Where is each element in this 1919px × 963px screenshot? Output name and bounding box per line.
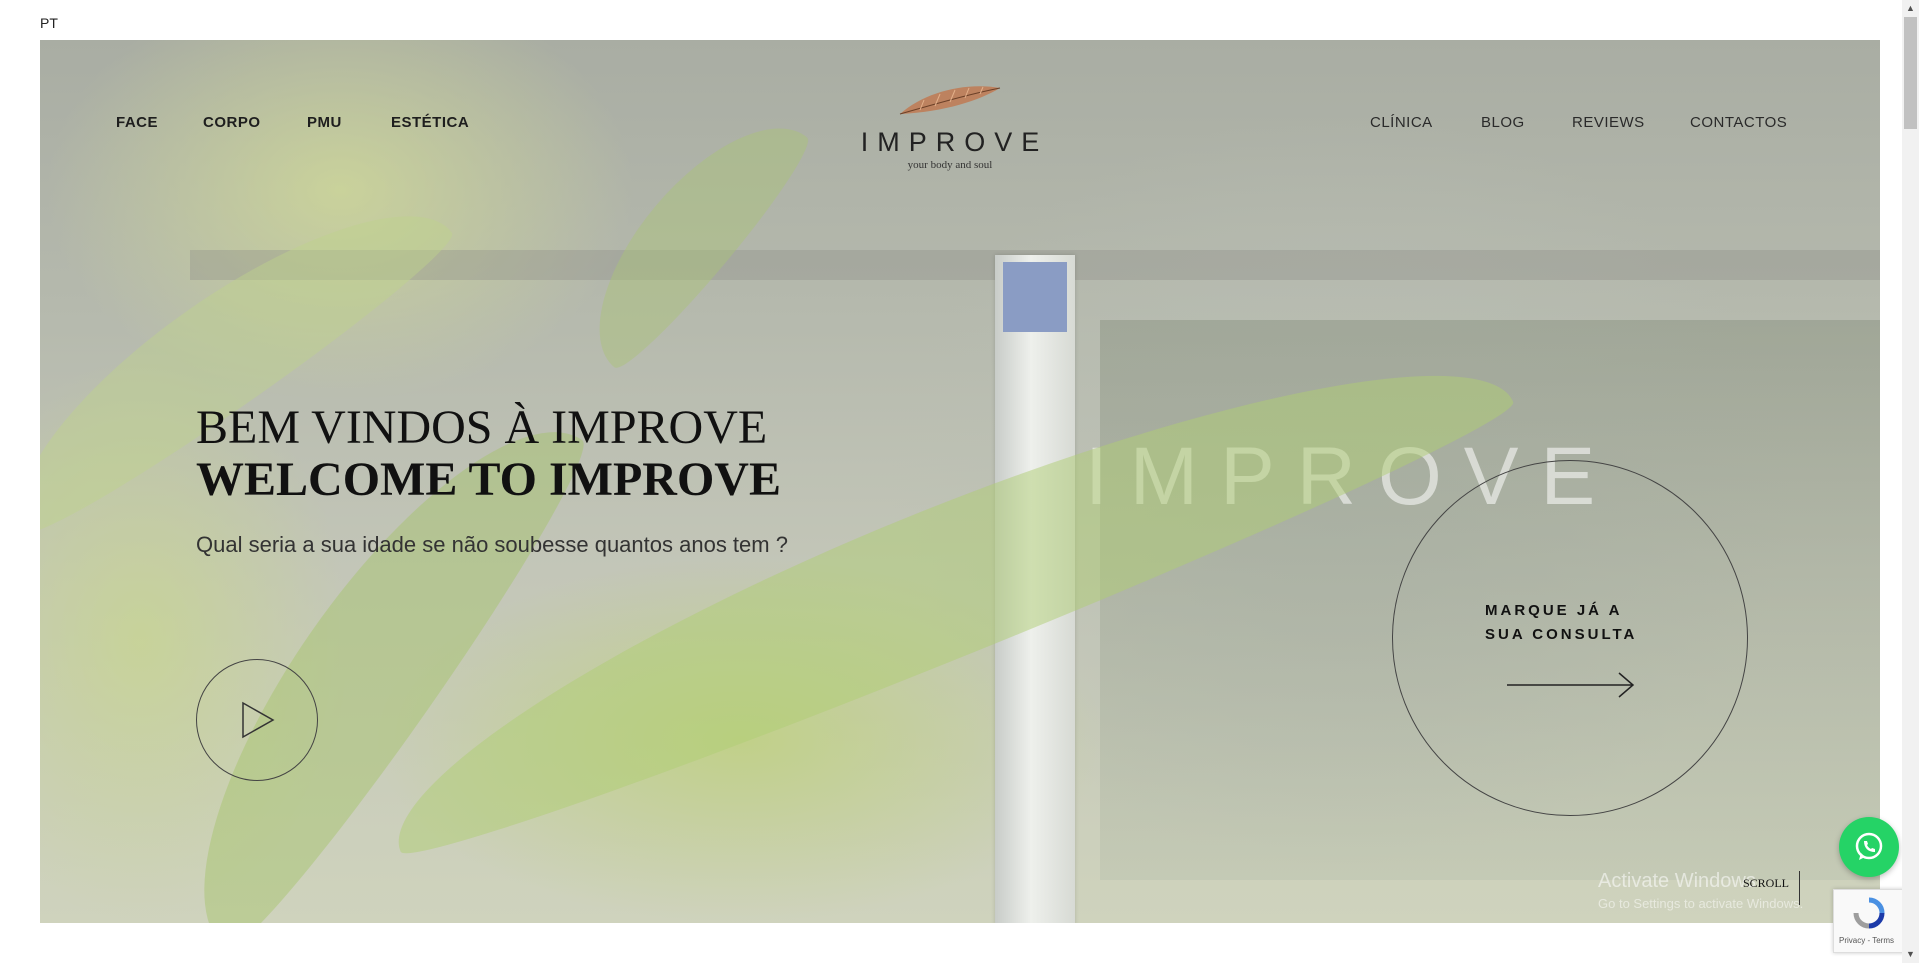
recaptcha-badge[interactable]: Privacy - Terms [1833, 889, 1905, 953]
logo-tagline: your body and soul [907, 159, 993, 171]
hero-title-pt: BEM VINDOS À IMPROVE [196, 401, 768, 454]
nav-item-face[interactable]: FACE [116, 114, 158, 131]
logo-wordmark: IMPROVE [860, 127, 1049, 157]
recaptcha-links: Privacy - Terms [1839, 936, 1894, 945]
nav-item-reviews[interactable]: REVIEWS [1572, 114, 1645, 131]
hero-subtitle: Qual seria a sua idade se não soubesse q… [196, 532, 788, 557]
feather-icon [899, 86, 1001, 115]
scroll-line [1799, 871, 1800, 905]
nav-item-pmu[interactable]: PMU [307, 114, 342, 131]
windows-watermark-title: Activate Windows [1598, 870, 1756, 892]
recaptcha-icon [1853, 897, 1885, 929]
nav-item-estetica[interactable]: ESTÉTICA [391, 114, 469, 131]
scrollbar-thumb[interactable] [1904, 17, 1917, 129]
recaptcha-terms-link[interactable]: Terms [1872, 936, 1894, 945]
book-consultation-button[interactable]: MARQUE JÁ A SUA CONSULTA [1392, 460, 1748, 816]
language-switch[interactable]: PT [40, 15, 58, 31]
windows-watermark-subtitle: Go to Settings to activate Windows. [1598, 896, 1804, 911]
brand-logo[interactable]: IMPROVE your body and soul [850, 80, 1050, 171]
page-scrollbar[interactable]: ▲ ▼ [1902, 0, 1919, 963]
play-video-button[interactable] [196, 659, 318, 781]
scroll-indicator[interactable]: SCROLL [1743, 876, 1789, 891]
nav-item-contactos[interactable]: CONTACTOS [1690, 114, 1787, 131]
recaptcha-privacy-link[interactable]: Privacy [1839, 936, 1865, 945]
pillar-panel [1003, 262, 1067, 332]
nav-item-clinica[interactable]: CLÍNICA [1370, 114, 1433, 131]
play-icon [242, 701, 275, 739]
leaf-decoration [559, 91, 821, 379]
whatsapp-button[interactable] [1839, 817, 1899, 877]
scroll-down-icon[interactable]: ▼ [1906, 949, 1915, 959]
nav-item-corpo[interactable]: CORPO [203, 114, 261, 131]
cta-label: MARQUE JÁ A SUA CONSULTA [1485, 602, 1638, 643]
whatsapp-icon [1855, 832, 1883, 860]
nav-item-blog[interactable]: BLOG [1481, 114, 1525, 131]
arrow-right-icon [1507, 672, 1635, 698]
hero-title-en: WELCOME TO IMPROVE [196, 453, 781, 506]
scroll-up-icon[interactable]: ▲ [1906, 3, 1915, 13]
